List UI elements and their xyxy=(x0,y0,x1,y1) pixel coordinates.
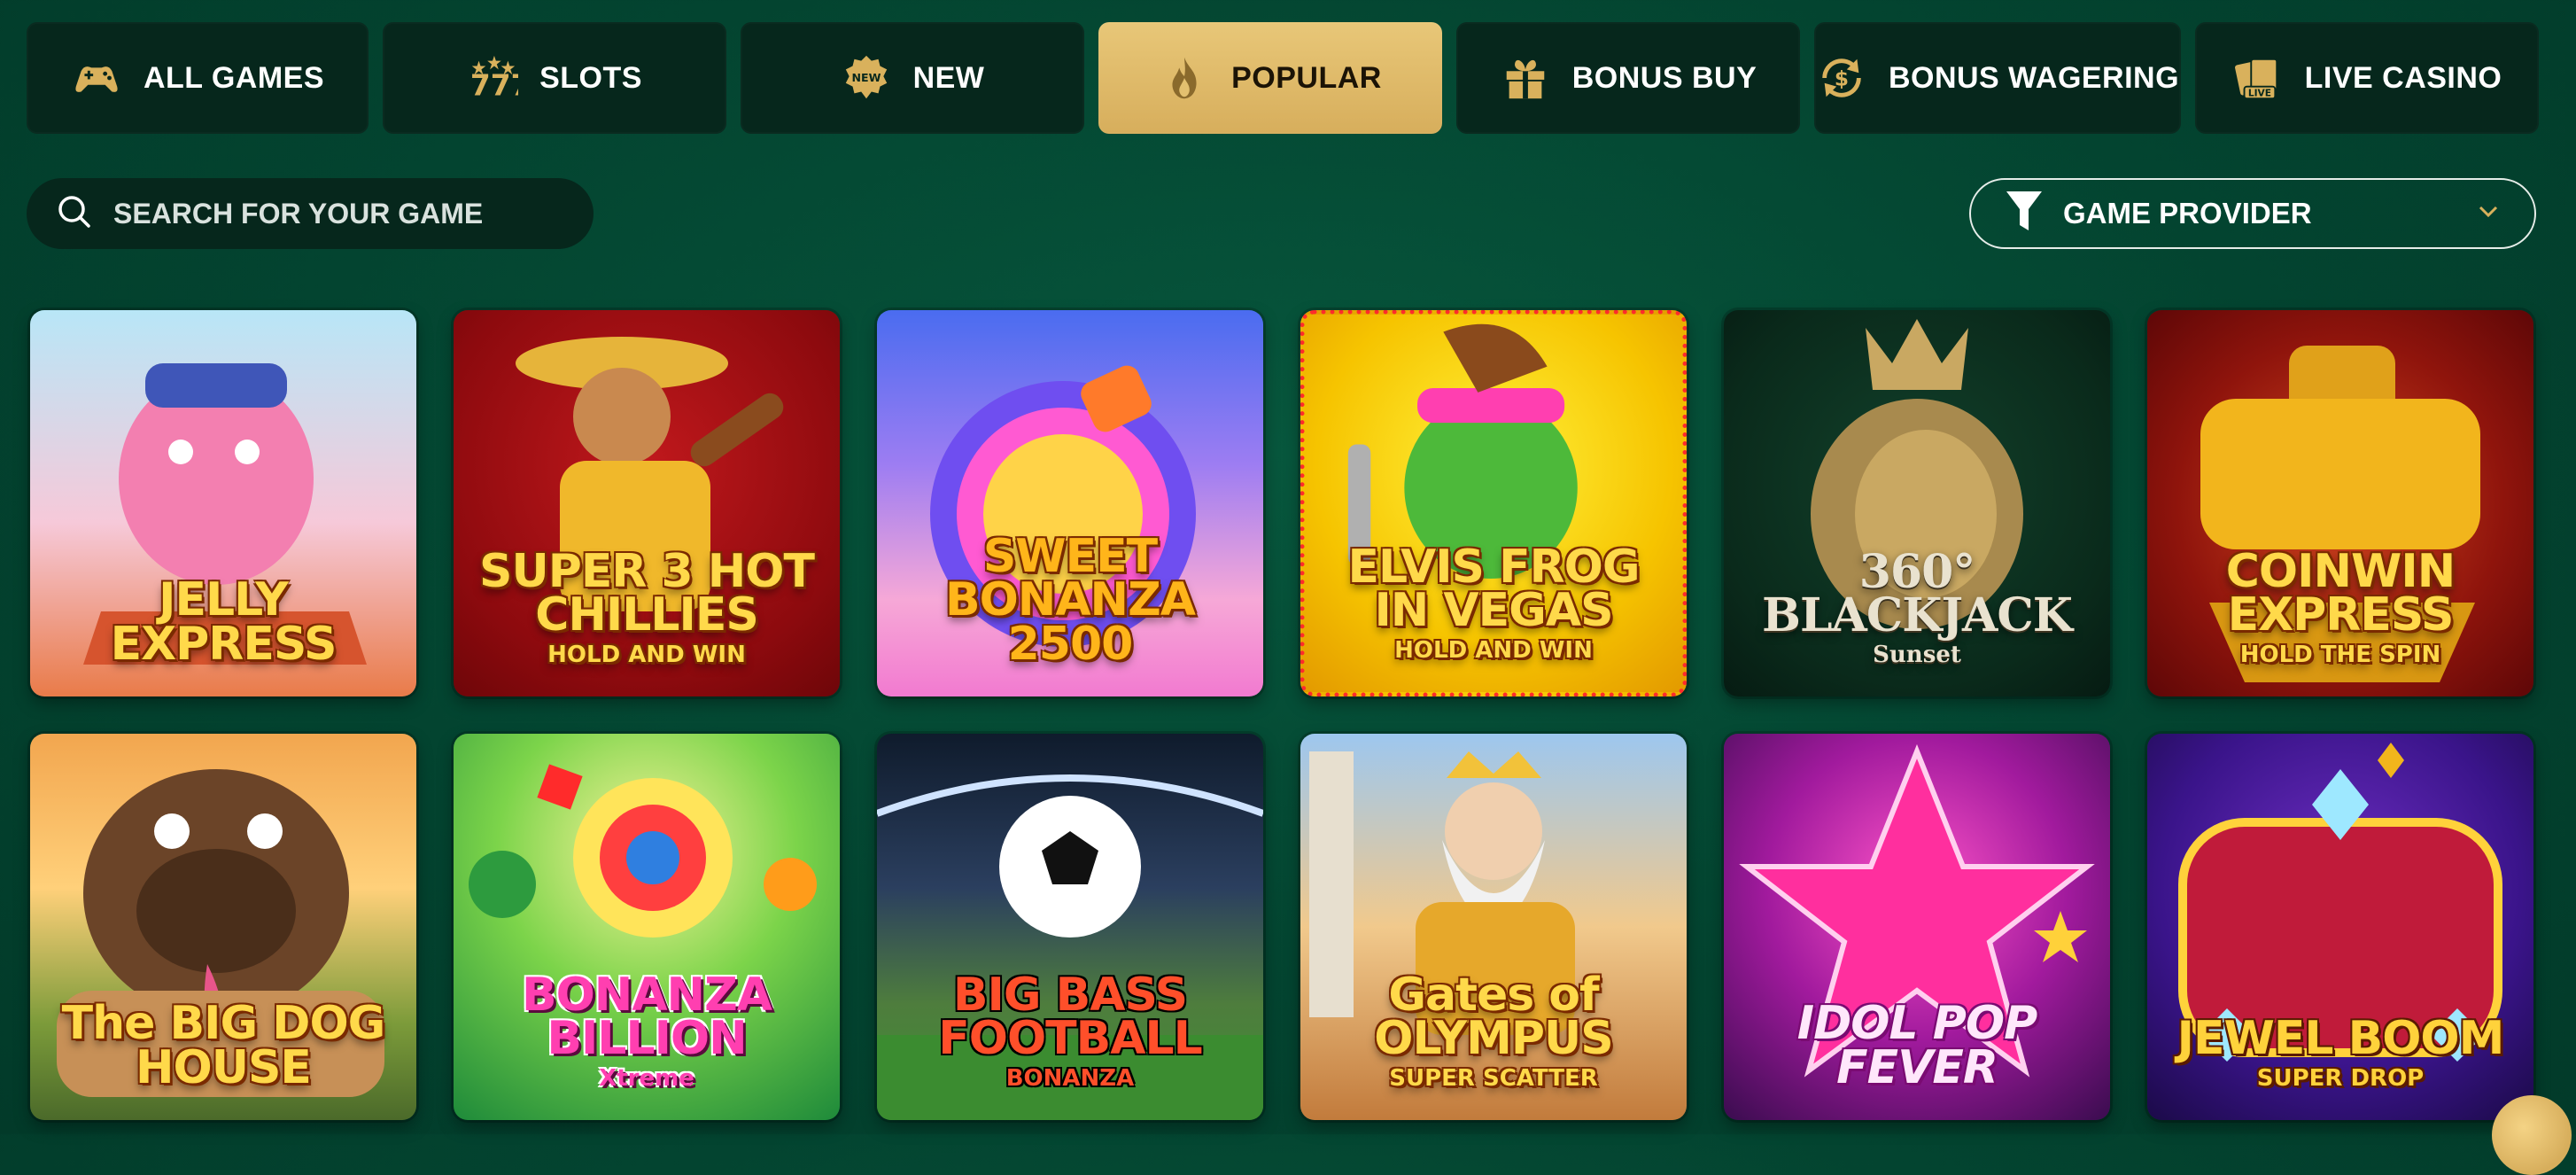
gift-icon xyxy=(1500,52,1551,104)
svg-text:NEW: NEW xyxy=(851,71,881,84)
game-title: BONANZA BILLION Xtreme xyxy=(521,968,772,1093)
game-card[interactable]: The BIG DOG HOUSE xyxy=(30,734,416,1120)
game-provider-dropdown[interactable]: GAME PROVIDER xyxy=(1969,178,2536,249)
search-icon xyxy=(57,194,92,234)
tab-all-games-label: ALL GAMES xyxy=(143,60,325,95)
flame-icon xyxy=(1159,52,1210,104)
game-title: COINWIN EXPRESS HOLD THE SPIN xyxy=(2225,544,2456,669)
live-cards-icon: LIVE xyxy=(2232,52,2284,104)
game-title: Gates of OLYMPUS SUPER SCATTER xyxy=(1374,968,1613,1093)
game-grid: JELLY EXPRESS SUPER 3 HOT CHILLIES HOLD A… xyxy=(30,310,2536,1120)
game-title: SUPER 3 HOT CHILLIES HOLD AND WIN xyxy=(479,544,815,669)
game-card[interactable]: JELLY EXPRESS xyxy=(30,310,416,696)
tab-popular[interactable]: POPULAR xyxy=(1098,22,1442,134)
tab-live-casino[interactable]: LIVE LIVE CASINO xyxy=(2195,22,2539,134)
game-card[interactable]: ELVIS FROG IN VEGAS HOLD AND WIN xyxy=(1300,310,1687,696)
game-title: SWEET BONANZA 2500 xyxy=(944,529,1196,671)
tab-live-casino-label: LIVE CASINO xyxy=(2304,60,2502,95)
game-card[interactable]: IDOL POP FEVER xyxy=(1724,734,2110,1120)
game-title: JELLY EXPRESS xyxy=(110,573,338,671)
filter-icon xyxy=(2005,190,2044,238)
game-title: BIG BASS FOOTBALL BONANZA xyxy=(938,968,1203,1093)
dollar-cycle-icon: $ xyxy=(1816,52,1867,104)
tab-bonus-buy[interactable]: BONUS BUY xyxy=(1456,22,1800,134)
game-card[interactable]: SUPER 3 HOT CHILLIES HOLD AND WIN xyxy=(454,310,840,696)
game-provider-label: GAME PROVIDER xyxy=(2063,197,2312,230)
tab-bonus-buy-label: BONUS BUY xyxy=(1571,60,1757,95)
game-title: The BIG DOG HOUSE xyxy=(61,997,386,1094)
new-badge-icon: NEW xyxy=(841,52,892,104)
game-card[interactable]: BONANZA BILLION Xtreme xyxy=(454,734,840,1120)
category-tabs: ALL GAMES 777 SLOTS NEW NEW POPULAR BONU… xyxy=(27,22,2539,134)
tab-popular-label: POPULAR xyxy=(1231,60,1382,95)
tab-bonus-wagering-label: BONUS WAGERING xyxy=(1888,60,2180,95)
game-card[interactable]: COINWIN EXPRESS HOLD THE SPIN xyxy=(2147,310,2533,696)
tab-bonus-wagering[interactable]: $ BONUS WAGERING xyxy=(1814,22,2181,134)
gamepad-icon xyxy=(71,52,122,104)
game-card[interactable]: SWEET BONANZA 2500 xyxy=(877,310,1263,696)
game-card[interactable]: Gates of OLYMPUS SUPER SCATTER xyxy=(1300,734,1687,1120)
search-bar[interactable] xyxy=(27,178,594,249)
svg-text:$: $ xyxy=(1835,67,1849,91)
game-title: ELVIS FROG IN VEGAS HOLD AND WIN xyxy=(1347,540,1640,665)
tab-slots[interactable]: 777 SLOTS xyxy=(383,22,726,134)
search-input[interactable] xyxy=(112,196,576,231)
sevens-icon: 777 xyxy=(467,52,518,104)
game-title: 360° BLACKJACK Sunset xyxy=(1762,544,2073,669)
tab-new-label: NEW xyxy=(912,60,985,95)
tab-all-games[interactable]: ALL GAMES xyxy=(27,22,369,134)
game-title: IDOL POP FEVER xyxy=(1796,997,2037,1094)
game-title: JEWEL BOOM SUPER DROP xyxy=(2176,1011,2505,1093)
tab-new[interactable]: NEW NEW xyxy=(741,22,1084,134)
svg-text:LIVE: LIVE xyxy=(2247,87,2270,98)
game-card[interactable]: BIG BASS FOOTBALL BONANZA xyxy=(877,734,1263,1120)
game-card[interactable]: 360° BLACKJACK Sunset xyxy=(1724,310,2110,696)
chevron-down-icon xyxy=(2478,205,2499,223)
game-card[interactable]: JEWEL BOOM SUPER DROP xyxy=(2147,734,2533,1120)
tab-slots-label: SLOTS xyxy=(539,60,642,95)
floating-action-button[interactable] xyxy=(2492,1095,2572,1175)
